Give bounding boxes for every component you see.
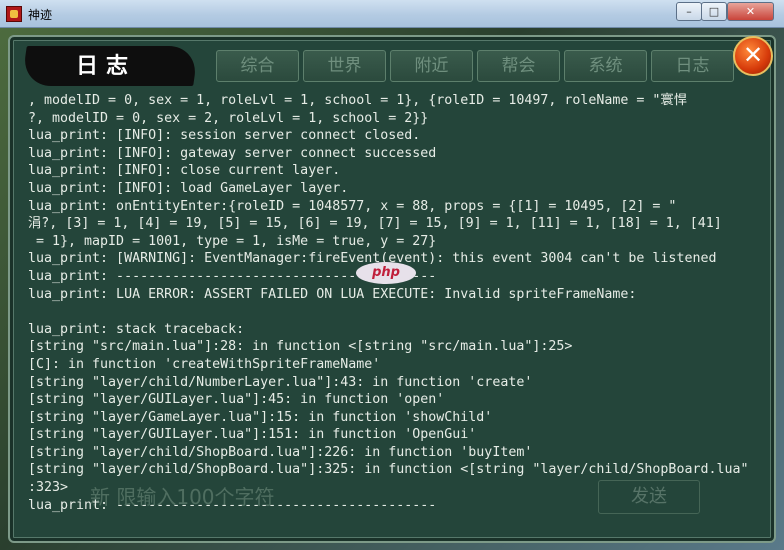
panel-close-button[interactable]: ✕	[733, 36, 773, 76]
log-line: [C]: in function 'createWithSpriteFrameN…	[28, 356, 381, 372]
channel-tabs: 综合 世界 附近 帮会 系统 日志	[216, 50, 734, 84]
tab-general[interactable]: 综合	[216, 50, 299, 82]
log-line: [string "layer/child/NumberLayer.lua"]:4…	[28, 374, 533, 390]
log-line: = 1}, mapID = 1001, type = 1, isMe = tru…	[28, 233, 437, 249]
tab-system[interactable]: 系统	[564, 50, 647, 82]
app-icon	[6, 6, 22, 22]
log-line: , modelID = 0, sex = 1, roleLvl = 1, sch…	[28, 93, 688, 108]
window-title-bar: 神迹 – □ ✕	[0, 0, 784, 28]
maximize-button[interactable]: □	[701, 2, 727, 21]
log-line: [string "src/main.lua"]:28: in function …	[28, 339, 573, 355]
log-line: 涓?, [3] = 1, [4] = 19, [5] = 15, [6] = 1…	[28, 216, 722, 232]
tab-log[interactable]: 日志	[651, 50, 734, 82]
log-output: , modelID = 0, sex = 1, roleLvl = 1, sch…	[28, 92, 756, 520]
log-line: lua_print: [INFO]: gateway server connec…	[28, 145, 437, 161]
log-line: ?, modelID = 0, sex = 2, roleLvl = 1, sc…	[28, 110, 429, 126]
tab-nearby[interactable]: 附近	[390, 50, 473, 82]
log-line: [string "layer/child/ShopBoard.lua"]:325…	[28, 462, 749, 478]
tab-world[interactable]: 世界	[303, 50, 386, 82]
log-line: lua_print: onEntityEnter:{roleID = 10485…	[28, 198, 677, 214]
log-line: [string "layer/GUILayer.lua"]:45: in fun…	[28, 392, 445, 408]
panel-title: 日志	[75, 53, 136, 79]
log-line: [string "layer/GameLayer.lua"]:15: in fu…	[28, 409, 493, 425]
log-line: [string "layer/GUILayer.lua"]:151: in fu…	[28, 427, 477, 443]
log-line: lua_print: stack traceback:	[28, 321, 245, 337]
log-line: lua_print: [INFO]: close current layer.	[28, 163, 341, 179]
log-line: lua_print: -----------------------------…	[28, 497, 437, 513]
watermark-logo: php	[356, 262, 416, 284]
window-title: 神迹	[28, 8, 53, 22]
tab-guild[interactable]: 帮会	[477, 50, 560, 82]
window-close-button[interactable]: ✕	[727, 2, 774, 21]
log-line: :323>	[28, 480, 69, 496]
log-line: [string "layer/child/ShopBoard.lua"]:226…	[28, 444, 533, 460]
log-line: lua_print: LUA ERROR: ASSERT FAILED ON L…	[28, 286, 637, 302]
minimize-button[interactable]: –	[676, 2, 702, 21]
log-line: lua_print: [INFO]: load GameLayer layer.	[28, 180, 349, 196]
log-line: lua_print: [INFO]: session server connec…	[28, 128, 421, 144]
